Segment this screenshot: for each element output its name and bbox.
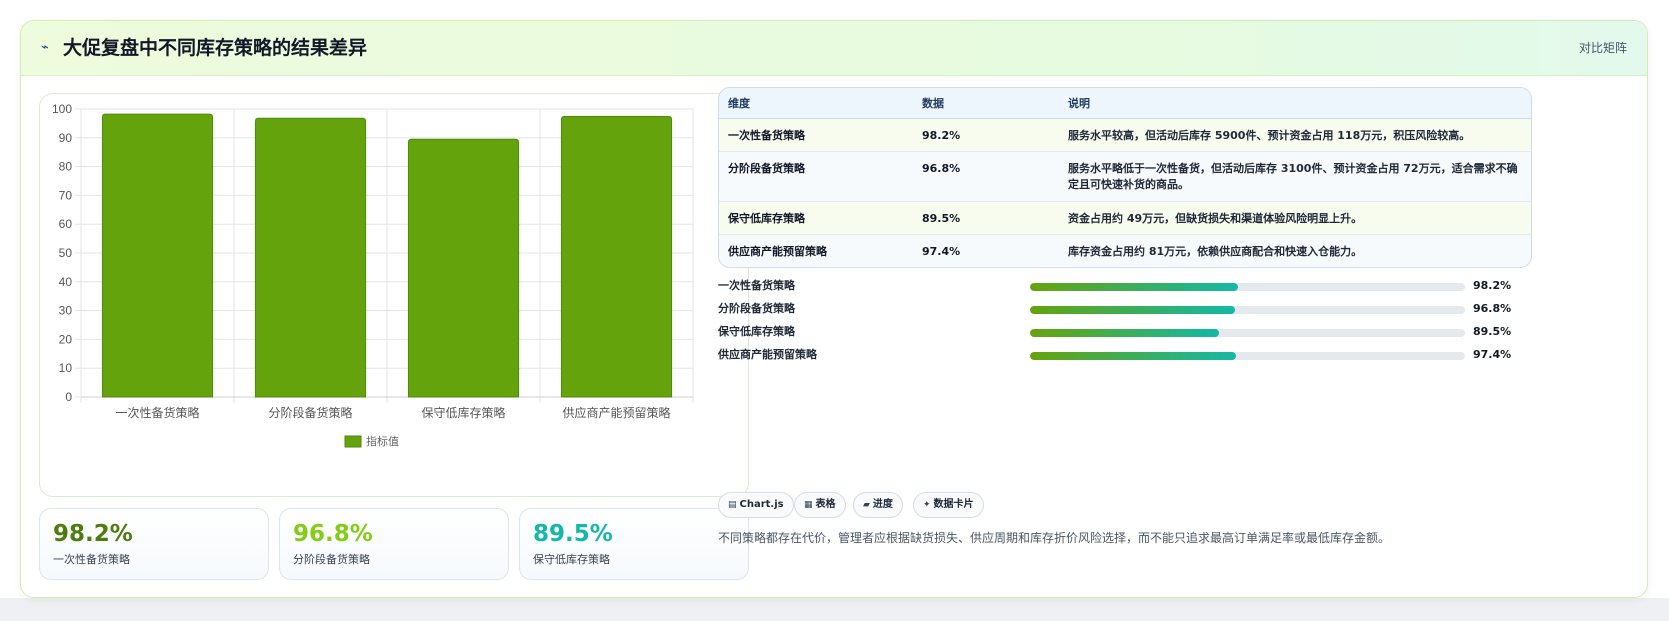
chart-icon: ▤ — [728, 500, 737, 510]
kpi-label: 一次性备货策略 — [53, 553, 130, 566]
tag-table[interactable]: ▦ 表格 — [794, 492, 846, 518]
kpi-value: 96.8% — [293, 521, 373, 547]
progress-value: 89.5% — [1473, 325, 1512, 338]
x-tick-label: 一次性备货策略 — [115, 405, 199, 420]
table-icon: ▦ — [804, 500, 813, 510]
progress-track — [1030, 352, 1465, 360]
row-description: 库存资金占用约 81万元，依赖供应商配合和快速入仓能力。 — [1068, 245, 1363, 258]
bottom-band — [0, 598, 1669, 621]
tag-data-card[interactable]: ✦ 数据卡片 — [913, 492, 984, 518]
column-header-data: 数据 — [922, 97, 944, 110]
row-name: 供应商产能预留策略 — [728, 245, 827, 258]
progress-fill — [1030, 352, 1237, 360]
row-description: 资金占用约 49万元，但缺货损失和渠道体验风险明显上升。 — [1068, 212, 1363, 225]
y-tick-label: 40 — [59, 275, 73, 289]
tag-label: Chart.js — [739, 499, 784, 510]
column-header-dimension: 维度 — [728, 97, 750, 110]
progress-label: 一次性备货策略 — [718, 279, 795, 292]
table-row: 分阶段备货策略 96.8% 服务水平略低于一次性备货，但活动后库存 3100件、… — [719, 152, 1531, 202]
progress-value: 97.4% — [1473, 348, 1512, 361]
progress-fill — [1030, 306, 1235, 314]
table-row: 保守低库存策略 89.5% 资金占用约 49万元，但缺货损失和渠道体验风险明显上… — [719, 202, 1531, 235]
progress-track — [1030, 329, 1465, 337]
column-header-description: 说明 — [1068, 97, 1090, 110]
row-description: 服务水平较高，但活动后库存 5900件、预计资金占用 118万元，积压风险较高。 — [1068, 129, 1471, 142]
tag-label: 数据卡片 — [933, 499, 974, 510]
footer-note: 不同策略都存在代价，管理者应根据缺货损失、供应周期和库存折价风险选择，而不能只追… — [718, 531, 1391, 545]
progress-fill — [1030, 283, 1238, 291]
progress-label: 分阶段备货策略 — [718, 302, 795, 315]
kpi-value: 89.5% — [533, 521, 613, 547]
y-tick-label: 50 — [59, 246, 73, 260]
progress-value: 98.2% — [1473, 279, 1512, 292]
card-header: ⌁ 大促复盘中不同库存策略的结果差异 对比矩阵 — [21, 21, 1647, 76]
table-header: 维度 数据 说明 — [719, 88, 1531, 119]
row-name: 分阶段备货策略 — [728, 162, 805, 175]
progress-track — [1030, 306, 1465, 314]
row-value: 97.4% — [922, 245, 961, 258]
row-value: 89.5% — [922, 212, 961, 225]
y-tick-label: 100 — [52, 102, 72, 116]
x-tick-label: 分阶段备货策略 — [268, 405, 352, 420]
x-tick-label: 保守低库存策略 — [421, 405, 505, 420]
lightning-icon: ⌁ — [41, 40, 49, 55]
kpi-label: 分阶段备货策略 — [293, 553, 370, 566]
legend-swatch — [344, 435, 362, 448]
x-tick-label: 供应商产能预留策略 — [562, 405, 670, 420]
y-tick-label: 0 — [65, 390, 72, 404]
progress-value: 96.8% — [1473, 302, 1512, 315]
y-tick-label: 60 — [59, 217, 73, 231]
y-tick-label: 80 — [59, 160, 73, 174]
kpi-card: 96.8% 分阶段备货策略 — [279, 508, 509, 580]
comparison-matrix-label[interactable]: 对比矩阵 — [1579, 39, 1627, 57]
comparison-card: ⌁ 大促复盘中不同库存策略的结果差异 对比矩阵 0 10 20 30 40 50 60 70 8… — [20, 20, 1648, 598]
bar-chart: 0 10 20 30 40 50 60 70 80 90 100 一次性备货策略 分阶段备货策略 保守低库… — [52, 102, 694, 448]
kpi-value: 98.2% — [53, 521, 133, 547]
progress-fill — [1030, 329, 1220, 337]
row-value: 96.8% — [922, 162, 961, 175]
y-tick-label: 70 — [59, 188, 73, 202]
progress-row: 保守低库存策略 89.5% — [718, 324, 1538, 342]
progress-track — [1030, 283, 1465, 291]
bar — [560, 115, 673, 398]
bar-chart-panel: 0 10 20 30 40 50 60 70 80 90 100 一次性备货策略 分阶段备货策略 保守低库… — [39, 93, 749, 497]
y-tick-label: 30 — [59, 304, 73, 318]
table-row: 一次性备货策略 98.2% 服务水平较高，但活动后库存 5900件、预计资金占用… — [719, 119, 1531, 152]
tag-label: 进度 — [872, 499, 893, 510]
progress-label: 保守低库存策略 — [718, 325, 795, 338]
progress-row: 分阶段备货策略 96.8% — [718, 301, 1538, 319]
row-value: 98.2% — [922, 129, 961, 142]
tag-chartjs[interactable]: ▤ Chart.js — [718, 492, 794, 518]
kpi-card: 89.5% 保守低库存策略 — [519, 508, 749, 580]
progress-row: 供应商产能预留策略 97.4% — [718, 347, 1538, 365]
y-tick-label: 20 — [59, 332, 73, 346]
kpi-label: 保守低库存策略 — [533, 553, 610, 566]
page-title: 大促复盘中不同库存策略的结果差异 — [63, 37, 368, 59]
progress-row: 一次性备货策略 98.2% — [718, 278, 1538, 296]
row-name: 保守低库存策略 — [728, 212, 805, 225]
y-tick-label: 10 — [59, 361, 73, 375]
progress-icon: ▰ — [863, 500, 870, 510]
tag-progress[interactable]: ▰ 进度 — [853, 492, 903, 518]
row-name: 一次性备货策略 — [728, 129, 805, 142]
tag-label: 表格 — [815, 499, 836, 510]
legend-label: 指标值 — [366, 434, 399, 448]
bar — [407, 138, 520, 398]
bar — [254, 117, 367, 398]
sparkle-icon: ✦ — [923, 500, 931, 510]
y-tick-label: 90 — [59, 131, 73, 145]
table-row: 供应商产能预留策略 97.4% 库存资金占用约 81万元，依赖供应商配合和快速入… — [719, 235, 1531, 267]
strategy-table: 维度 数据 说明 一次性备货策略 98.2% 服务水平较高，但活动后库存 590… — [718, 87, 1532, 268]
progress-label: 供应商产能预留策略 — [718, 348, 817, 361]
row-description: 服务水平略低于一次性备货，但活动后库存 3100件、预计资金占用 72万元，适合… — [1068, 162, 1518, 191]
kpi-card: 98.2% 一次性备货策略 — [39, 508, 269, 580]
bar — [101, 113, 214, 398]
